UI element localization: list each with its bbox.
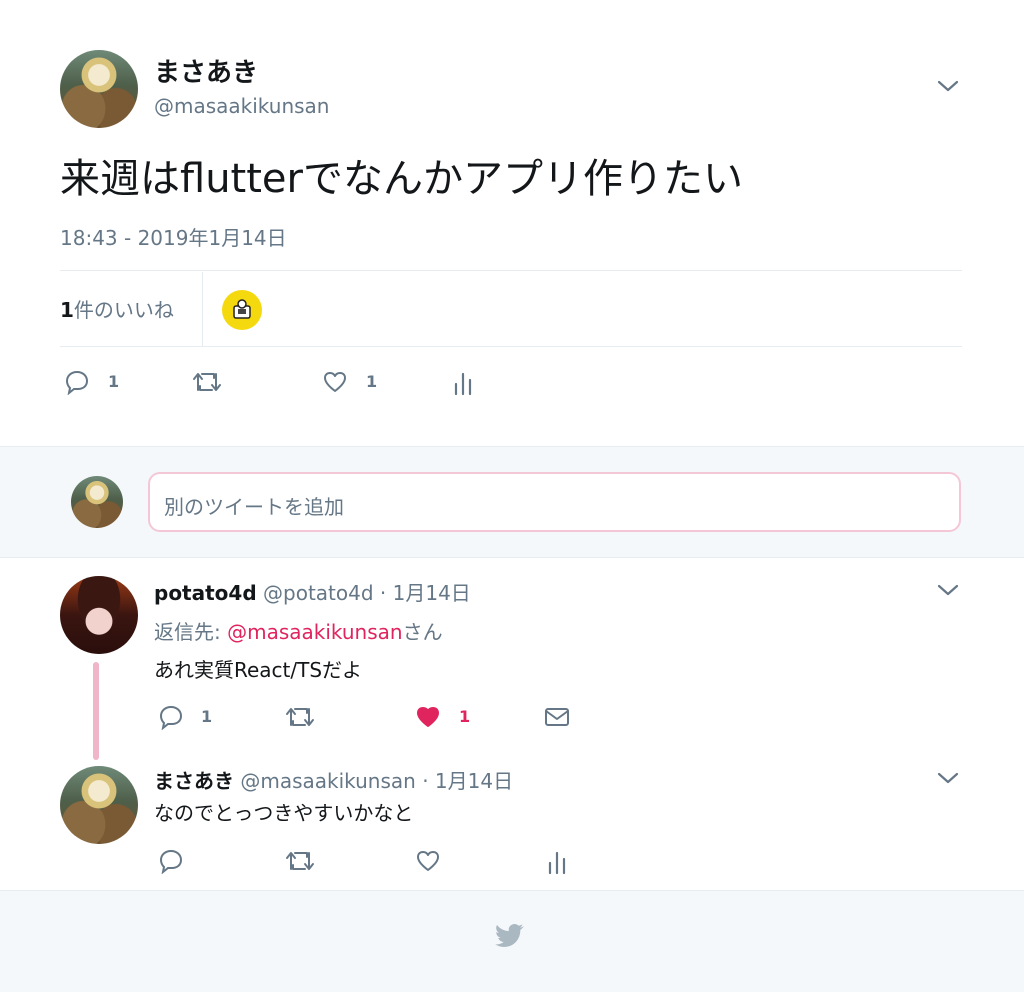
divider (60, 346, 962, 347)
liker-avatar[interactable] (222, 290, 262, 330)
author-handle[interactable]: @masaakikunsan (154, 94, 329, 118)
mail-icon[interactable] (543, 705, 571, 729)
chevron-down-icon[interactable] (936, 582, 960, 598)
twitter-bird-icon[interactable] (494, 922, 526, 950)
reply-header: まさあき @masaakikunsan · 1月14日 (154, 765, 513, 794)
like-count: 1 (366, 372, 378, 391)
composer-avatar (71, 476, 123, 528)
tweet-timestamp[interactable]: 18:43 - 2019年1月14日 (60, 222, 287, 251)
reply-author-handle[interactable]: @masaakikunsan (240, 769, 415, 793)
reply-to-suffix: さん (402, 620, 443, 644)
reply-count: 1 (108, 372, 120, 391)
analytics-icon[interactable] (453, 370, 473, 396)
likes-label: 件のいいね (73, 298, 174, 322)
likes-summary[interactable]: 1件のいいね (60, 294, 174, 323)
reply-icon[interactable] (158, 848, 184, 874)
heart-icon[interactable] (415, 848, 441, 874)
reply-input[interactable]: 別のツイートを追加 (148, 472, 961, 532)
reply-icon[interactable] (158, 704, 184, 730)
retweet-icon[interactable] (285, 849, 315, 873)
retweet-icon[interactable] (285, 705, 315, 729)
reply-date[interactable]: · 1月14日 (380, 581, 471, 605)
reply-text: あれ実質React/TSだよ (154, 658, 363, 682)
divider (60, 270, 962, 271)
reply-icon[interactable] (64, 369, 90, 395)
reply-input-placeholder: 別のツイートを追加 (164, 495, 344, 519)
chevron-down-icon[interactable] (936, 78, 960, 94)
likes-count: 1 (60, 298, 74, 322)
reply-to-handle[interactable]: @masaakikunsan (227, 620, 402, 644)
chevron-down-icon[interactable] (936, 770, 960, 786)
reply-to-prefix: 返信先: (154, 620, 228, 644)
author-avatar[interactable] (60, 50, 138, 128)
heart-filled-icon[interactable] (415, 704, 441, 730)
reply-avatar[interactable] (60, 576, 138, 654)
reply-avatar[interactable] (60, 766, 138, 844)
reply-reply-count: 1 (201, 707, 213, 726)
vertical-divider (202, 272, 203, 346)
reply-date[interactable]: · 1月14日 (422, 769, 513, 793)
reply-text: なのでとっつきやすいかなと (154, 801, 414, 825)
author-name[interactable]: まさあき (154, 52, 258, 89)
tweet-text: 来週はflutterでなんかアプリ作りたい (60, 156, 743, 202)
reply-like-count: 1 (459, 707, 471, 726)
retweet-icon[interactable] (192, 370, 222, 394)
heart-icon[interactable] (322, 369, 348, 395)
thread-line (93, 662, 99, 760)
reply-author-name[interactable]: potato4d (154, 581, 257, 605)
reply-author-name[interactable]: まさあき (154, 769, 234, 793)
reply-to-line: 返信先: @masaakikunsanさん (154, 616, 443, 645)
reply-header: potato4d @potato4d · 1月14日 (154, 577, 471, 606)
reply-author-handle[interactable]: @potato4d (263, 581, 374, 605)
analytics-icon[interactable] (547, 849, 567, 875)
